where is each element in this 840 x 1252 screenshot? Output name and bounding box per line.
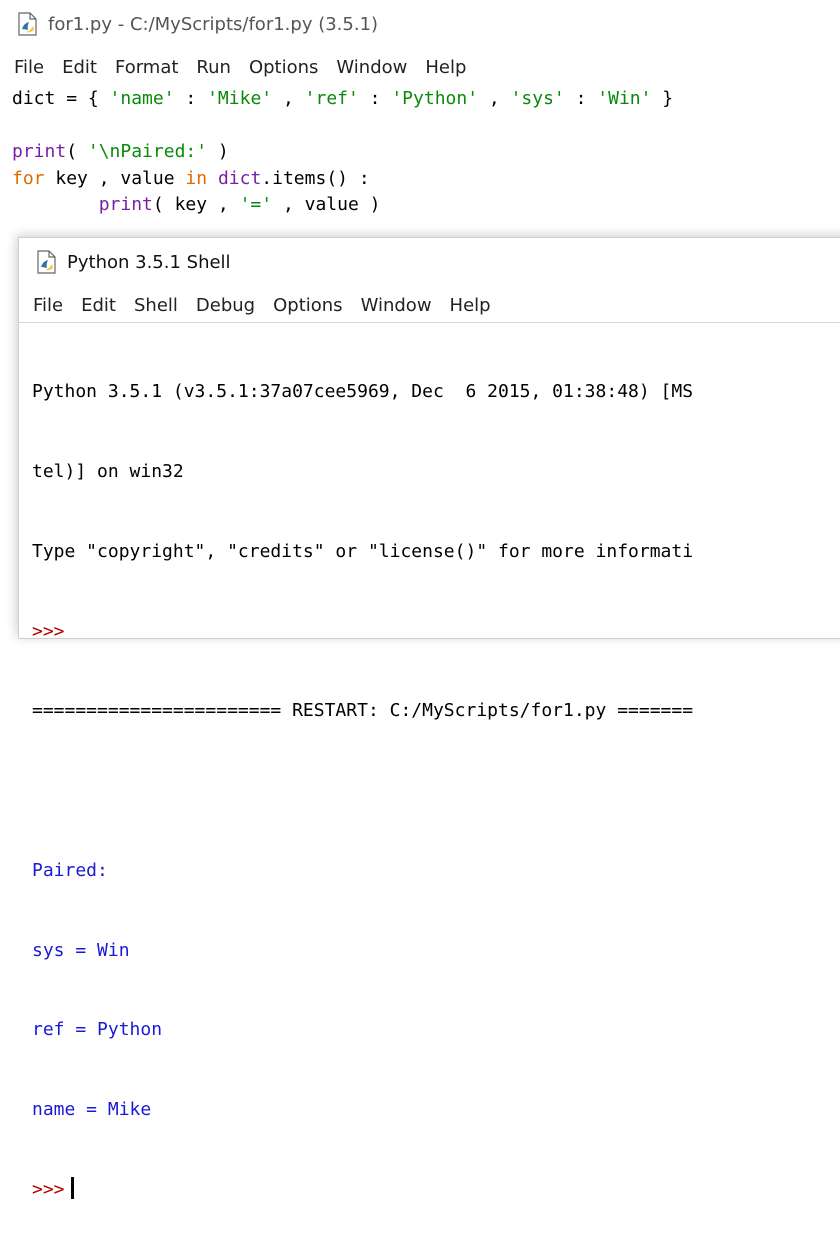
code-line-5: print( key , '=' , value )	[12, 192, 840, 219]
shell-restart-line: ======================= RESTART: C:/MySc…	[32, 700, 694, 722]
editor-menubar: File Edit Format Run Options Window Help	[0, 50, 840, 84]
code-builtin: print	[98, 194, 153, 215]
shell-menu-options[interactable]: Options	[267, 295, 348, 316]
code-string: 'name'	[109, 88, 175, 109]
shell-blank-line	[32, 778, 840, 805]
shell-divider	[19, 322, 840, 323]
shell-title: Python 3.5.1 Shell	[67, 251, 231, 273]
code-string: '\nPaired:'	[87, 141, 208, 162]
code-token: key , value	[44, 167, 186, 189]
editor-titlebar[interactable]: for1.py - C:/MyScripts/for1.py (3.5.1)	[0, 0, 840, 48]
idle-file-icon	[18, 12, 37, 36]
code-builtin: print	[12, 141, 67, 162]
shell-menu-window[interactable]: Window	[355, 295, 438, 316]
shell-menu-file[interactable]: File	[27, 295, 69, 316]
code-token: ,	[478, 88, 511, 109]
code-line-3: print( '\nPaired:' )	[12, 139, 840, 166]
editor-menu-format[interactable]: Format	[109, 57, 184, 78]
editor-code-area[interactable]: dict = { 'name' : 'Mike' , 'ref' : 'Pyth…	[12, 86, 840, 219]
shell-prompt: >>>	[32, 1179, 65, 1200]
code-keyword: for	[12, 167, 45, 189]
editor-menu-options[interactable]: Options	[243, 57, 324, 78]
code-token: ,	[272, 88, 305, 109]
shell-banner-line: tel)] on win32	[32, 460, 184, 482]
shell-banner-line: Python 3.5.1 (v3.5.1:37a07cee5969, Dec 6…	[32, 381, 694, 403]
editor-menu-help[interactable]: Help	[419, 57, 472, 78]
code-string: 'Win'	[597, 88, 652, 109]
shell-output-area[interactable]: Python 3.5.1 (v3.5.1:37a07cee5969, Dec 6…	[32, 326, 840, 1252]
shell-output-line: Paired:	[32, 859, 108, 881]
code-token: )	[207, 141, 229, 162]
code-token: ( key ,	[152, 194, 240, 215]
shell-menubar: File Edit Shell Debug Options Window Hel…	[19, 288, 840, 322]
shell-banner-line: Type "copyright", "credits" or "license(…	[32, 540, 694, 562]
code-keyword: in	[185, 167, 208, 189]
code-line-4: for key , value in dict.items() :	[12, 166, 840, 193]
text-cursor	[70, 1177, 74, 1199]
shell-menu-help[interactable]: Help	[444, 295, 497, 316]
shell-titlebar[interactable]: Python 3.5.1 Shell	[19, 238, 840, 286]
editor-menu-edit[interactable]: Edit	[56, 57, 103, 78]
code-string: '='	[239, 194, 273, 215]
shell-window: Python 3.5.1 Shell File Edit Shell Debug…	[18, 237, 840, 1200]
editor-title: for1.py - C:/MyScripts/for1.py (3.5.1)	[48, 13, 379, 35]
shell-output-line: name = Mike	[32, 1099, 152, 1121]
code-token: :	[174, 88, 208, 109]
code-builtin: dict	[217, 167, 262, 189]
editor-menu-window[interactable]: Window	[330, 57, 413, 78]
shell-prompt: >>>	[32, 620, 65, 642]
shell-output-line: sys = Win	[32, 939, 130, 961]
code-string: 'sys'	[510, 88, 565, 109]
code-token: dict	[12, 88, 56, 109]
code-token: }	[651, 88, 674, 109]
editor-menu-run[interactable]: Run	[190, 57, 237, 78]
idle-shell-icon	[37, 250, 56, 274]
code-string: 'Python'	[391, 88, 479, 109]
code-token: :	[564, 88, 598, 109]
shell-input-line[interactable]: >>>	[32, 1177, 840, 1204]
editor-menu-file[interactable]: File	[8, 57, 50, 78]
code-token: .items() :	[261, 167, 370, 189]
code-token: :	[358, 88, 392, 109]
shell-output-line: ref = Python	[32, 1019, 163, 1041]
code-token: = {	[55, 88, 110, 109]
shell-menu-edit[interactable]: Edit	[75, 295, 122, 316]
shell-menu-debug[interactable]: Debug	[190, 295, 261, 316]
shell-menu-shell[interactable]: Shell	[128, 295, 184, 316]
code-string: 'ref'	[304, 88, 359, 109]
code-line-1: dict = { 'name' : 'Mike' , 'ref' : 'Pyth…	[12, 86, 840, 113]
code-string: 'Mike'	[207, 88, 273, 109]
code-token: , value )	[272, 194, 381, 215]
code-token: (	[66, 141, 88, 162]
